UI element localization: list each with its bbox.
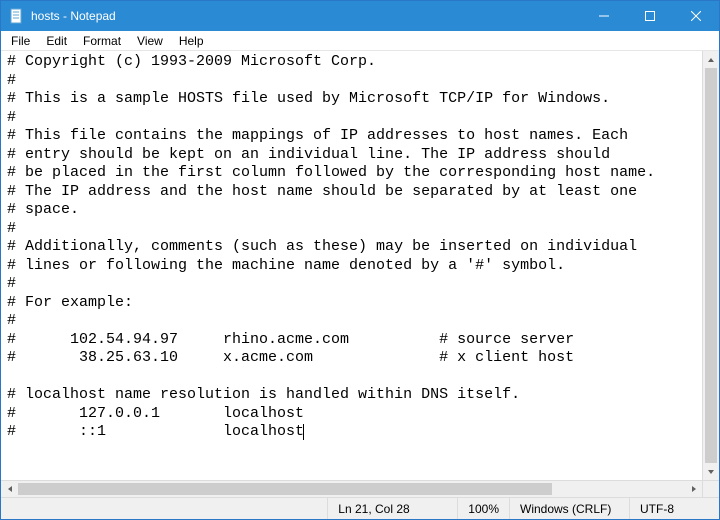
scroll-thumb-vertical[interactable]	[705, 68, 717, 463]
close-button[interactable]	[673, 1, 719, 31]
scroll-track-vertical[interactable]	[703, 68, 719, 463]
status-line-ending: Windows (CRLF)	[509, 498, 629, 519]
scroll-thumb-horizontal[interactable]	[18, 483, 552, 495]
text-editor[interactable]: # Copyright (c) 1993-2009 Microsoft Corp…	[1, 51, 719, 497]
scrollbar-vertical[interactable]	[702, 51, 719, 480]
menubar: File Edit Format View Help	[1, 31, 719, 51]
maximize-button[interactable]	[627, 1, 673, 31]
scrollbar-horizontal[interactable]	[1, 480, 702, 497]
menu-edit[interactable]: Edit	[38, 32, 75, 50]
menu-help[interactable]: Help	[171, 32, 212, 50]
minimize-button[interactable]	[581, 1, 627, 31]
menu-view[interactable]: View	[129, 32, 171, 50]
text-caret	[303, 424, 304, 440]
scrollbar-corner	[702, 480, 719, 497]
menu-file[interactable]: File	[3, 32, 38, 50]
editor-area: # Copyright (c) 1993-2009 Microsoft Corp…	[1, 51, 719, 497]
scroll-down-button[interactable]	[703, 463, 720, 480]
scroll-left-button[interactable]	[1, 481, 18, 498]
notepad-window: hosts - Notepad File Edit Format View He…	[0, 0, 720, 520]
notepad-app-icon	[9, 8, 25, 24]
window-title: hosts - Notepad	[31, 9, 581, 23]
status-encoding: UTF-8	[629, 498, 719, 519]
scroll-right-button[interactable]	[685, 481, 702, 498]
caption-buttons	[581, 1, 719, 31]
scroll-track-horizontal[interactable]	[18, 481, 685, 497]
titlebar[interactable]: hosts - Notepad	[1, 1, 719, 31]
scroll-up-button[interactable]	[703, 51, 720, 68]
status-position: Ln 21, Col 28	[327, 498, 457, 519]
statusbar: Ln 21, Col 28 100% Windows (CRLF) UTF-8	[1, 497, 719, 519]
status-zoom: 100%	[457, 498, 509, 519]
menu-format[interactable]: Format	[75, 32, 129, 50]
